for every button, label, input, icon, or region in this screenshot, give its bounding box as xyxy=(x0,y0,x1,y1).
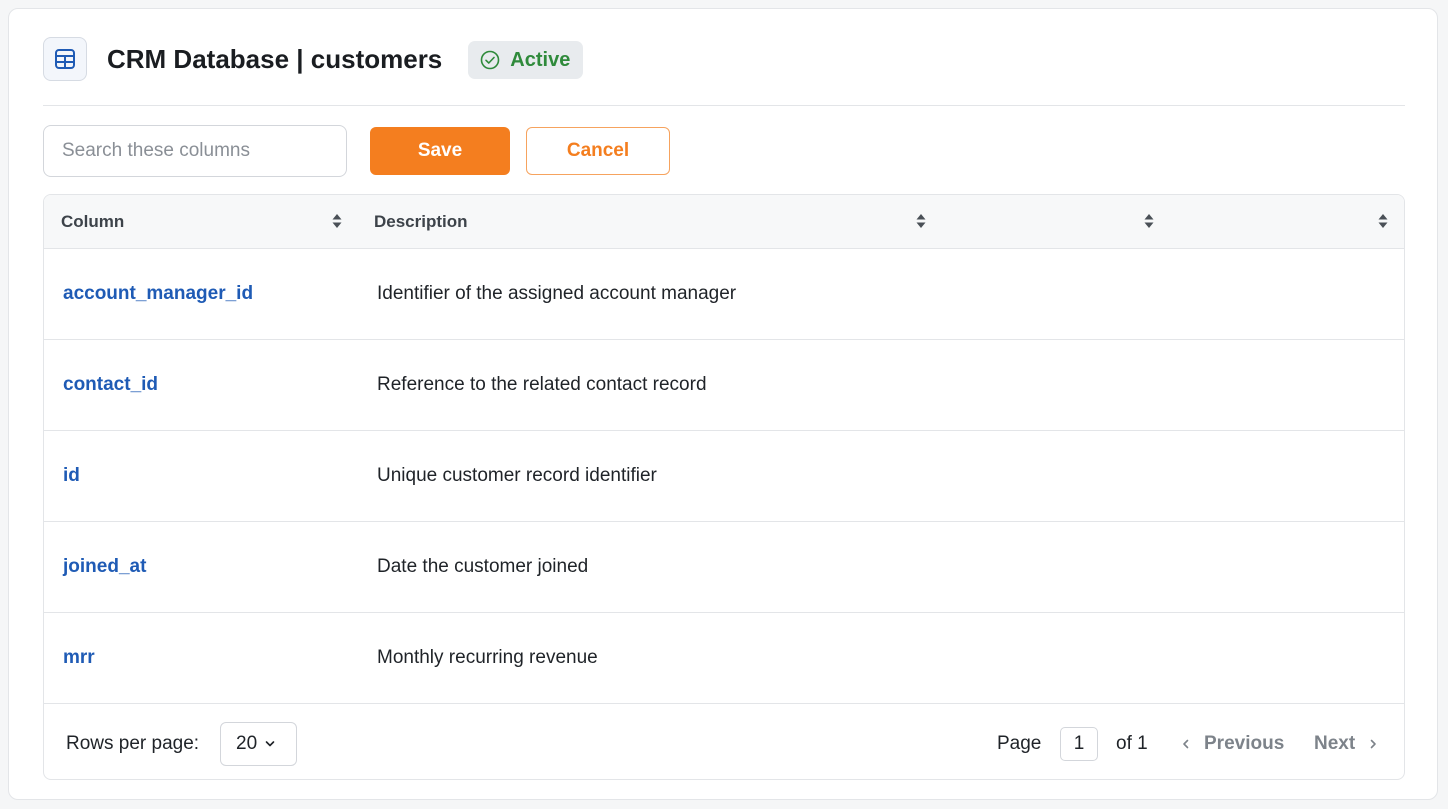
save-button[interactable]: Save xyxy=(370,127,510,175)
sort-icon[interactable] xyxy=(1378,213,1388,234)
column-name-link[interactable]: account_manager_id xyxy=(63,249,253,339)
column-description[interactable]: Identifier of the assigned account manag… xyxy=(377,249,736,339)
previous-page-button[interactable]: Previous xyxy=(1182,704,1285,779)
table-row: joined_at Date the customer joined xyxy=(44,522,1404,613)
schema-card: CRM Database | customers Active Save Can… xyxy=(8,8,1438,800)
columns-table: Column Description account_manager_id Id… xyxy=(43,194,1405,780)
page-title: CRM Database | customers xyxy=(107,44,443,74)
table-row: account_manager_id Identifier of the ass… xyxy=(44,249,1404,340)
table-header: Column Description xyxy=(44,195,1404,249)
table-footer: Rows per page: 20 Page 1 of 1 Previous N… xyxy=(44,704,1404,779)
chevron-right-icon xyxy=(1369,739,1377,749)
table-row: id Unique customer record identifier xyxy=(44,431,1404,522)
column-name-link[interactable]: joined_at xyxy=(63,522,146,612)
page-label: Page xyxy=(997,733,1042,754)
column-description[interactable]: Unique customer record identifier xyxy=(377,431,657,521)
column-description[interactable]: Reference to the related contact record xyxy=(377,340,707,430)
page-header: CRM Database | customers Active xyxy=(43,37,1405,106)
toolbar: Save Cancel xyxy=(43,125,670,177)
rows-per-page-label: Rows per page: xyxy=(66,733,200,754)
status-badge-label: Active xyxy=(510,48,571,71)
chevron-left-icon xyxy=(1182,739,1190,749)
column-name-link[interactable]: mrr xyxy=(63,613,95,703)
rows-per-page-select[interactable]: 20 xyxy=(220,722,297,766)
search-input[interactable] xyxy=(43,125,347,177)
column-description[interactable]: Monthly recurring revenue xyxy=(377,613,598,703)
table-row: contact_id Reference to the related cont… xyxy=(44,340,1404,431)
previous-label: Previous xyxy=(1204,733,1285,754)
header-description[interactable]: Description xyxy=(374,195,468,248)
cancel-button[interactable]: Cancel xyxy=(526,127,670,175)
column-name-link[interactable]: contact_id xyxy=(63,340,158,430)
status-badge: Active xyxy=(468,41,584,79)
next-page-button[interactable]: Next xyxy=(1314,704,1377,779)
sort-icon[interactable] xyxy=(332,213,342,234)
sort-icon[interactable] xyxy=(916,213,926,234)
page-number-input[interactable]: 1 xyxy=(1060,727,1098,761)
column-description[interactable]: Date the customer joined xyxy=(377,522,588,612)
next-label: Next xyxy=(1314,733,1356,754)
page-total-label: of 1 xyxy=(1116,733,1148,754)
chevron-down-icon xyxy=(265,740,275,748)
header-column[interactable]: Column xyxy=(61,195,124,248)
table-row: mrr Monthly recurring revenue xyxy=(44,613,1404,704)
check-circle-icon xyxy=(480,50,500,70)
rows-per-page-value: 20 xyxy=(236,733,258,754)
column-name-link[interactable]: id xyxy=(63,431,80,521)
sort-icon[interactable] xyxy=(1144,213,1154,234)
database-table-icon xyxy=(43,37,87,81)
